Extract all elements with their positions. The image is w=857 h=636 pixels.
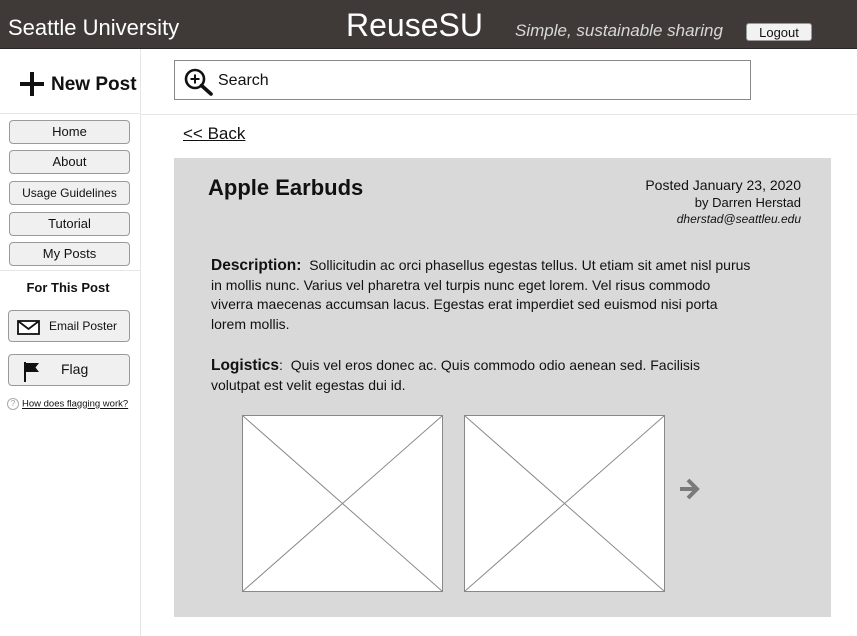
flagging-help: ? How does flagging work? [7,398,128,410]
logout-button[interactable]: Logout [746,23,812,41]
new-post-label: New Post [51,74,137,95]
nav-about-button[interactable]: About [9,150,130,174]
tagline: Simple, sustainable sharing [515,21,723,40]
flag-label: Flag [61,361,89,377]
new-post-button[interactable]: New Post [0,49,141,114]
header-divider [141,114,857,115]
post-logistics: Logistics: Quis vel eros donec ac. Quis … [211,357,701,393]
org-name: Seattle University [8,15,180,40]
logistics-text: Quis vel eros donec ac. Quis commodo odi… [211,357,701,393]
sidebar-divider [0,270,140,271]
logistics-label: Logistics [211,357,280,374]
post-date: Posted January 23, 2020 [645,177,801,193]
image-placeholder[interactable] [464,415,665,592]
post-card: Apple Earbuds Posted January 23, 2020 by… [174,158,831,617]
post-author: by Darren Herstad [694,195,801,210]
search-icon [184,68,213,96]
nav-usage-guidelines-button[interactable]: Usage Guidelines [9,181,130,205]
post-description: Description: Sollicitudin ac orci phasel… [211,256,751,334]
plus-icon [20,72,44,96]
nav-home-button[interactable]: Home [9,120,130,144]
nav-my-posts-button[interactable]: My Posts [9,242,130,266]
image-placeholder[interactable] [242,415,443,592]
for-this-post-heading: For This Post [26,280,110,295]
post-meta: Posted January 23, 2020 by Darren Hersta… [645,176,801,227]
top-bar: Seattle University ReuseSU Simple, susta… [0,0,857,49]
sidebar: Home About Usage Guidelines Tutorial My … [0,114,141,636]
arrow-right-icon[interactable] [679,477,701,501]
nav-tutorial-button[interactable]: Tutorial [9,212,130,236]
search-input[interactable]: Search [174,60,751,100]
brand-title[interactable]: ReuseSU [346,7,483,44]
back-link[interactable]: << Back [183,124,245,144]
envelope-icon [17,320,40,335]
question-icon: ? [7,398,19,410]
flag-icon [24,362,39,382]
email-poster-label: Email Poster [49,319,118,333]
email-poster-button[interactable]: Email Poster [8,310,130,342]
description-label: Description: [211,257,302,274]
author-email[interactable]: dherstad@seattleu.edu [645,211,801,227]
flag-button[interactable]: Flag [8,354,130,386]
flagging-help-link[interactable]: How does flagging work? [22,399,128,410]
post-title: Apple Earbuds [208,175,364,200]
search-placeholder: Search [218,72,269,89]
